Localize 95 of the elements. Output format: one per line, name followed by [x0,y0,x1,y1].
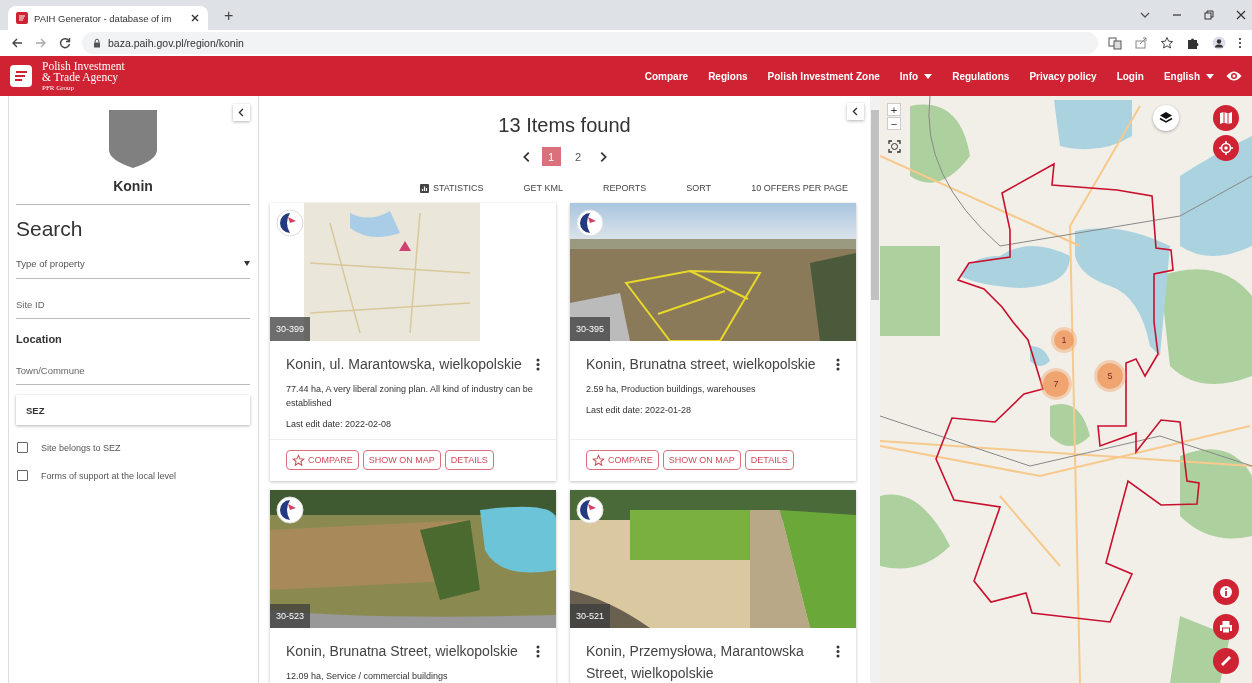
reload-icon[interactable] [58,36,72,50]
star-icon [292,453,305,467]
listing-title[interactable]: Konin, ul. Marantowska, wielkopolskie [286,353,522,375]
toolbar-button[interactable]: REPORTS [602,183,647,193]
page-button[interactable]: 1 [541,147,561,166]
site-id-badge: 30-521 [570,604,611,628]
nav-link[interactable]: Polish Investment Zone [767,70,880,82]
collapse-button[interactable] [847,103,864,120]
site-id-badge: 30-395 [570,317,611,341]
print-icon [1219,620,1233,634]
caret-icon [244,261,250,266]
checkbox-label: Forms of support at the local level [41,470,177,481]
info-icon [1219,585,1233,599]
puzzle-icon[interactable] [1186,36,1200,50]
nav-link[interactable]: Regions [708,70,748,82]
results-heading: 13 Items found [497,114,632,137]
folded-map-icon [1219,111,1233,125]
input-field[interactable]: SEZ [16,395,250,425]
toolbar-button[interactable]: STATISTICS [419,183,484,193]
brand-logo-icon[interactable] [10,65,32,87]
listing-description: 77.44 ha, A very liberal zoning plan. All kind of industry can be established [286,383,534,410]
listing-description: 12.09 ha, Service / commercial buildings [286,670,449,683]
toolbar-button[interactable]: GET KML [523,183,563,193]
compare-button[interactable]: COMPARE [286,450,359,470]
share-icon[interactable] [1134,36,1148,50]
close-icon[interactable] [1234,8,1248,22]
collapse-button[interactable] [233,104,250,121]
toolbar-button[interactable]: SORT [686,183,712,193]
input-field[interactable]: Town/Commune [16,345,250,385]
nav-link[interactable]: Info [899,70,933,82]
edit-date: Last edit date: 2022-01-28 [586,405,693,415]
nav-link[interactable]: Regulations [952,70,1010,82]
zoom-out-button[interactable]: − [887,117,901,130]
checkbox-label: Site belongs to SEZ [41,442,121,453]
toolbar-button[interactable]: 10 OFFERS PER PAGE [751,183,848,193]
circle-logo-icon [576,496,604,524]
map-drawing[interactable] [880,96,1252,683]
search-heading: Search [16,217,84,241]
checkbox[interactable] [17,470,28,481]
bar-chart-icon [419,183,429,193]
ruler-icon [1219,654,1233,668]
circle-logo-icon [276,209,304,237]
new-tab-button[interactable]: + [218,6,240,26]
browser-tab[interactable]: PAIH Generator - database of im [8,6,208,30]
more-options-icon[interactable] [536,645,540,658]
card-action-button[interactable]: SHOW ON MAP [362,450,441,470]
brand-name: Polish Investment [42,60,125,72]
site-id-badge: 30-399 [270,317,311,341]
nav-link[interactable]: Privacy policy [1029,70,1097,82]
close-icon[interactable] [190,13,200,23]
scrollbar-thumb[interactable] [871,110,879,300]
circle-logo-icon [576,209,604,237]
edit-date: Last edit date: 2022-02-08 [286,419,393,429]
more-options-icon[interactable] [836,358,840,371]
zoom-in-button[interactable]: + [887,103,901,116]
profile-icon[interactable] [1212,36,1226,50]
property-type-select[interactable]: Type of property [16,249,250,279]
more-options-icon[interactable] [836,645,840,658]
listing-description: 2.59 ha, Production buildings, warehouses [586,383,757,396]
brand-name: & Trade Agency [42,72,120,84]
site-favicon-icon [16,12,28,24]
page-button[interactable]: 2 [568,147,588,166]
nav-link[interactable]: Login [1116,70,1144,82]
crosshair-icon [1219,141,1233,155]
coat-of-arms-icon [109,110,157,168]
translate-icon[interactable] [1108,36,1122,50]
lock-icon [92,38,102,48]
star-icon[interactable] [1160,36,1174,50]
back-arrow-icon[interactable] [10,36,24,50]
eye-icon[interactable] [1226,70,1242,82]
tab-title: PAIH Generator - database of im [34,12,173,24]
section-heading: Location [16,333,63,345]
listing-title[interactable]: Konin, Brunatna street, wielkopolskie [586,353,816,375]
listing-title[interactable]: Konin, Brunatna Street, wielkopolskie [286,640,518,662]
nav-link[interactable]: English [1163,70,1214,82]
layers-icon [1159,111,1173,125]
card-action-button[interactable]: DETAILS [744,450,794,470]
address-bar[interactable]: baza.paih.gov.pl/region/konin [82,32,1098,54]
more-options-icon[interactable] [536,358,540,371]
kebab-menu-icon[interactable] [1238,36,1242,50]
site-id-badge: 30-523 [270,604,311,628]
nav-link[interactable]: Compare [644,70,689,82]
card-action-button[interactable]: SHOW ON MAP [662,450,741,470]
input-field[interactable]: Site ID [16,279,250,319]
star-icon [592,453,605,467]
url-text: baza.paih.gov.pl/region/konin [108,37,244,49]
compare-button[interactable]: COMPARE [586,450,659,470]
listing-title[interactable]: Konin, Przemysłowa, Marantowska Street, wielkopolskie [586,640,836,683]
region-name: Konin [16,178,250,205]
scrollbar[interactable] [870,96,880,683]
circle-logo-icon [276,496,304,524]
restore-icon[interactable] [1202,8,1216,22]
card-action-button[interactable]: DETAILS [444,450,494,470]
fullscreen-icon[interactable] [888,140,901,153]
checkbox[interactable] [17,442,28,453]
